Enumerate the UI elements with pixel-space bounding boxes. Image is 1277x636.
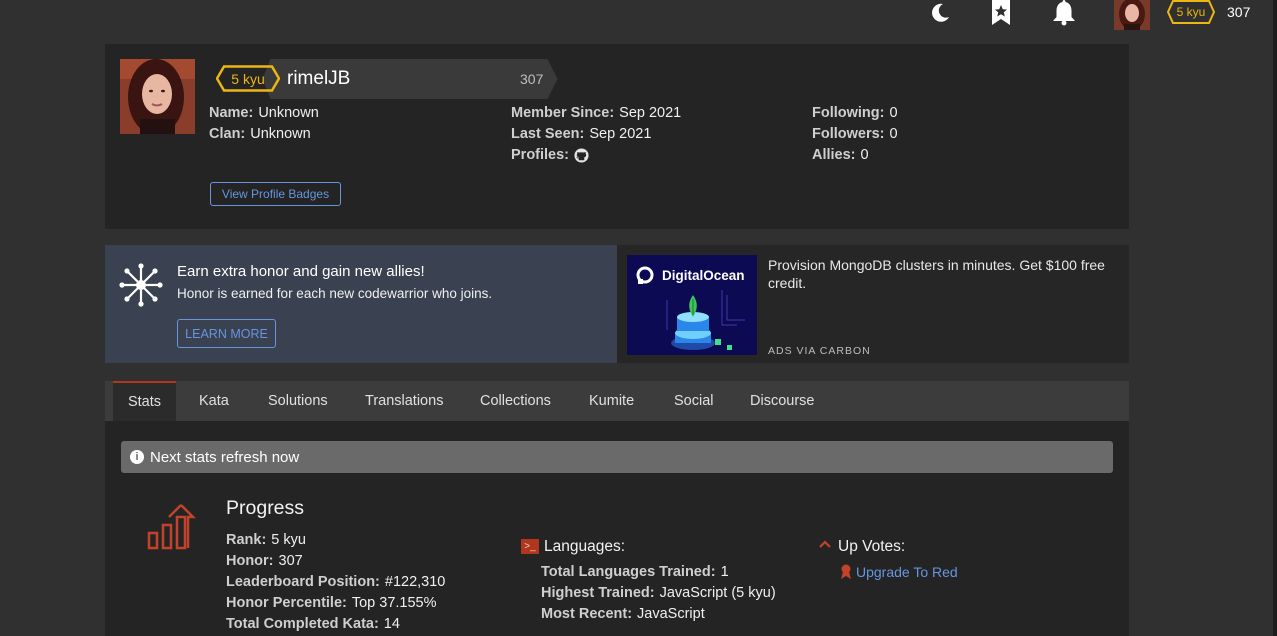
tab-solutions[interactable]: Solutions: [268, 381, 328, 421]
view-profile-badges-button[interactable]: View Profile Badges: [210, 182, 341, 206]
languages-trained-label: Total Languages Trained:: [541, 564, 716, 580]
ad-text[interactable]: Provision MongoDB clusters in minutes. G…: [768, 256, 1118, 292]
avatar[interactable]: [1114, 0, 1150, 30]
allies-label: Allies:: [812, 147, 856, 163]
ribbon-icon: [841, 564, 851, 579]
progress-chart-icon: [147, 504, 197, 550]
rank-badge[interactable]: 5 kyu: [1167, 0, 1215, 24]
tab-kumite[interactable]: Kumite: [589, 381, 634, 421]
progress-title: Progress: [226, 497, 305, 519]
followers-label: Followers:: [812, 126, 885, 142]
promo-subtitle: Honor is earned for each new codewarrior…: [177, 286, 493, 301]
completed-kata-label: Total Completed Kata:: [226, 616, 379, 632]
profile-honor: 307: [520, 71, 544, 87]
alert-text: Next stats refresh now: [150, 448, 300, 466]
following-value[interactable]: 0: [889, 105, 897, 121]
stats-refresh-alert: i Next stats refresh now: [121, 441, 1113, 473]
profiles-label: Profiles:: [511, 147, 570, 163]
clan-value: Unknown: [250, 126, 311, 142]
upvotes-title: Up Votes:: [838, 538, 906, 555]
profile-rank-badge: 5 kyu: [216, 65, 280, 92]
tab-translations[interactable]: Translations: [365, 381, 443, 421]
percentile-label: Honor Percentile:: [226, 595, 347, 611]
last-seen-value: Sep 2021: [589, 126, 652, 142]
leaderboard-label: Leaderboard Position:: [226, 574, 380, 590]
completed-kata-value: 14: [383, 616, 400, 632]
scrollbar-track[interactable]: [1273, 0, 1277, 636]
ad-brand: DigitalOcean: [662, 268, 745, 283]
profile-info-left: Name: Unknown Clan: Unknown: [209, 103, 319, 145]
learn-more-button[interactable]: LEARN MORE: [177, 319, 276, 348]
upgrade-to-red-link[interactable]: Upgrade To Red: [856, 564, 958, 580]
profile-tabs: Stats Kata Solutions Translations Collec…: [105, 381, 1129, 421]
languages-title: Languages:: [544, 538, 626, 555]
highest-trained-label: Highest Trained:: [541, 585, 655, 601]
most-recent-label: Most Recent:: [541, 606, 633, 622]
chevron-up-icon: [819, 540, 831, 548]
profile-picture: [120, 59, 195, 134]
honor-value: 307: [278, 553, 303, 569]
network-burst-icon: [119, 263, 163, 307]
rank-label: 5 kyu: [1176, 5, 1206, 19]
progress-stats: Rank: 5 kyu Honor: 307 Leaderboard Positio…: [226, 530, 445, 635]
languages-stats: Total Languages Trained: 1 Highest Traine…: [541, 562, 776, 625]
most-recent-value: JavaScript: [637, 606, 705, 622]
top-nav: 5 kyu 307: [0, 0, 1277, 32]
name-label: Name:: [209, 105, 254, 121]
sponsored-ad[interactable]: DigitalOcean Provision MongoDB clusters …: [617, 245, 1129, 363]
profile-info-middle: Member Since: Sep 2021 Last Seen: Sep 2021…: [511, 103, 681, 166]
clan-label: Clan:: [209, 126, 246, 142]
following-label: Following:: [812, 105, 885, 121]
rank-value: 5 kyu: [271, 532, 306, 548]
percentile-value: Top 37.155%: [351, 595, 437, 611]
rank-label: Rank:: [226, 532, 267, 548]
tab-stats[interactable]: Stats: [113, 381, 176, 421]
stats-panel: i Next stats refresh now Progress Rank: 5…: [105, 421, 1129, 636]
terminal-icon: >_: [521, 539, 539, 554]
honor-label: Honor:: [226, 553, 274, 569]
ads-via-carbon[interactable]: ADS VIA CARBON: [768, 345, 871, 357]
username: rimelJB: [287, 68, 351, 89]
honor-count: 307: [1227, 4, 1251, 20]
referral-promo: Earn extra honor and gain new allies! Ho…: [105, 245, 617, 363]
tab-discourse[interactable]: Discourse: [750, 381, 814, 421]
ad-image[interactable]: DigitalOcean: [627, 255, 757, 355]
name-value: Unknown: [258, 105, 319, 121]
tab-social[interactable]: Social: [674, 381, 714, 421]
info-icon: i: [130, 450, 144, 464]
moon-icon[interactable]: [927, 0, 953, 26]
tab-kata[interactable]: Kata: [199, 381, 229, 421]
tab-collections[interactable]: Collections: [480, 381, 551, 421]
allies-value[interactable]: 0: [861, 147, 869, 163]
github-icon[interactable]: [574, 148, 589, 163]
member-since-value: Sep 2021: [619, 105, 682, 121]
promo-title: Earn extra honor and gain new allies!: [177, 263, 425, 280]
member-since-label: Member Since:: [511, 105, 615, 121]
followers-value[interactable]: 0: [890, 126, 898, 142]
bell-icon[interactable]: [1051, 0, 1077, 26]
profile-rank-label: 5 kyu: [231, 70, 265, 87]
highest-trained-value: JavaScript (5 kyu): [659, 585, 776, 601]
leaderboard-value: #122,310: [384, 574, 446, 590]
languages-trained-value: 1: [720, 564, 729, 580]
bookmark-star-icon[interactable]: [988, 0, 1014, 26]
profile-info-right: Following: 0 Followers: 0 Allies: 0: [812, 103, 898, 166]
last-seen-label: Last Seen:: [511, 126, 585, 142]
